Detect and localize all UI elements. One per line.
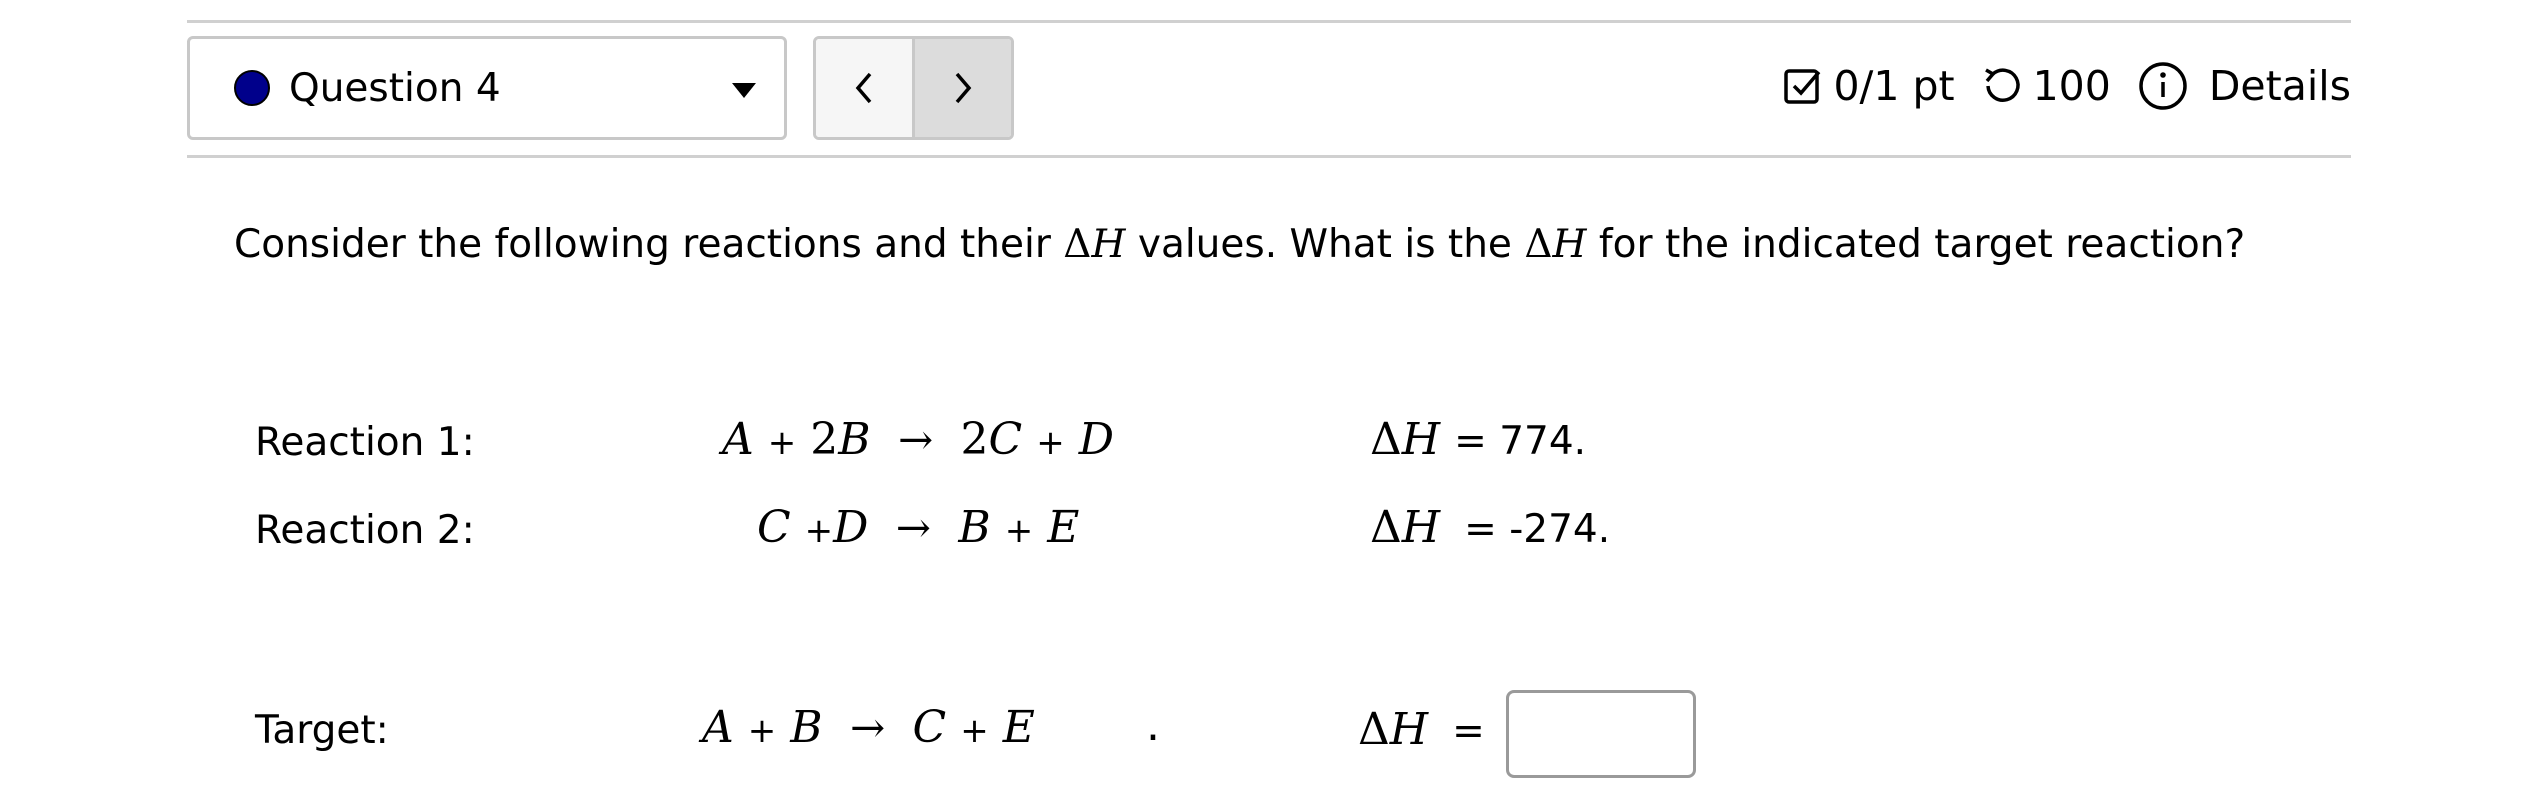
target-equals: = <box>1452 709 1485 754</box>
header-divider <box>187 155 2351 158</box>
delta-h-symbol: ΔH <box>1370 502 1441 553</box>
next-question-button[interactable] <box>912 39 1011 137</box>
target-equation: A + B → C + E <box>702 702 1035 753</box>
question-status-dot <box>234 70 270 106</box>
checkbox-icon <box>1783 66 1823 106</box>
target-delta-h: ΔH = <box>1358 704 1485 755</box>
caret-down-icon <box>732 83 756 98</box>
reaction-1-delta-h: ΔH = 774. <box>1370 414 1586 465</box>
question-nav <box>813 36 1014 140</box>
delta-h-symbol: ΔH <box>1370 414 1441 465</box>
chevron-right-icon <box>955 72 972 104</box>
points-text: 0/1 pt <box>1833 62 1955 110</box>
reaction-2-equation: C +D → B + E <box>757 502 1080 553</box>
reaction-1-delta-h-value: = 774. <box>1454 419 1587 464</box>
previous-question-button[interactable] <box>816 39 912 137</box>
delta-h-symbol: ΔH <box>1358 704 1429 755</box>
question-selector[interactable]: Question 4 <box>187 36 787 140</box>
answer-input[interactable] <box>1506 690 1696 778</box>
attempts-text: 100 <box>2032 62 2111 110</box>
reaction-2-delta-h-value: = -274. <box>1464 507 1611 552</box>
target-label: Target: <box>255 708 389 753</box>
target-period: . <box>1146 700 1160 751</box>
reaction-2-label: Reaction 2: <box>255 508 475 553</box>
chevron-left-icon <box>855 72 872 104</box>
delta-h-symbol: ΔH <box>1063 222 1126 267</box>
reaction-1-equation: A + 2B → 2C + D <box>722 414 1114 465</box>
reaction-2-delta-h: ΔH = -274. <box>1370 502 1610 553</box>
info-icon <box>2139 62 2187 110</box>
reaction-1-label: Reaction 1: <box>255 420 475 465</box>
question-status-bar: 0/1 pt 100 Details <box>1783 56 2351 116</box>
details-label: Details <box>2208 62 2351 110</box>
delta-h-symbol: ΔH <box>1524 222 1587 267</box>
details-button[interactable]: Details <box>2137 60 2351 112</box>
question-prompt: Consider the following reactions and the… <box>234 222 2246 267</box>
top-divider <box>187 20 2351 23</box>
question-label: Question 4 <box>289 65 501 111</box>
retry-icon <box>1981 65 2023 107</box>
